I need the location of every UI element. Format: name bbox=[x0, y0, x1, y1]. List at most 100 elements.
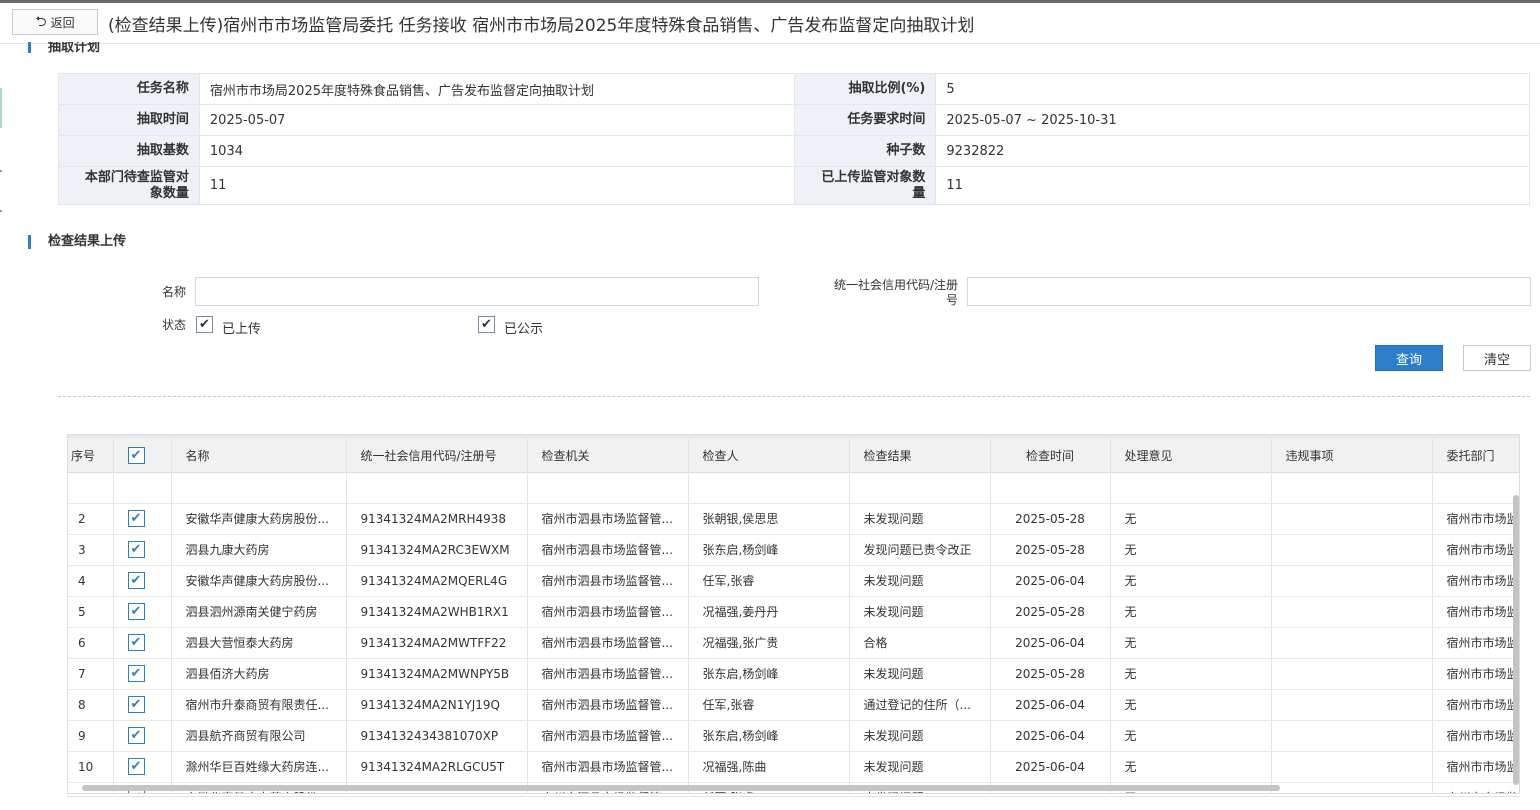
cell-result: 未发现问题 bbox=[849, 658, 991, 690]
grid-header: 序号 ✔ 名称 统一社会信用代码/注册号 检查机关 检查人 检查结果 检查时间 处理意见 违规事项… bbox=[68, 435, 1519, 473]
check-icon: ✔ bbox=[130, 759, 142, 774]
cell-inspect-date: 2025-06-04 bbox=[990, 565, 1111, 597]
cell-inspect-org: 宿州市泗县市场监督管... bbox=[527, 689, 689, 721]
cell-opinion: 无 bbox=[1110, 720, 1272, 752]
cell-entrust-dept: 宿州市市场监 bbox=[1432, 596, 1519, 628]
column-header-inspect-org: 检查机关 bbox=[527, 435, 689, 473]
cell-seq: 3 bbox=[68, 534, 114, 566]
name-input[interactable] bbox=[195, 277, 759, 306]
query-button[interactable]: 查询 bbox=[1375, 345, 1443, 371]
cell-seq: 2 bbox=[68, 503, 114, 535]
cell-inspect-org: 宿州市泗县市场监督管... bbox=[527, 751, 689, 783]
row-checkbox[interactable]: ✔ bbox=[127, 510, 145, 527]
cell-entrust-dept: 宿州市市场监 bbox=[1432, 782, 1519, 793]
uploaded-checkbox-label: 已上传 bbox=[222, 322, 262, 337]
row-checkbox[interactable]: ✔ bbox=[127, 572, 145, 589]
row-checkbox[interactable]: ✔ bbox=[127, 758, 145, 775]
cell-result: 未发现问题 bbox=[849, 720, 991, 752]
divider bbox=[58, 396, 1530, 397]
row-checkbox[interactable]: ✔ bbox=[127, 696, 145, 713]
table-row[interactable]: 10 ✔ 滁州华巨百姓缘大药房连... 91341324MA2RLGCU5T 宿州市泗县… bbox=[68, 751, 1519, 783]
cell-name: 泗县九康大药房 bbox=[171, 534, 347, 566]
table-row[interactable]: 5 ✔ 泗县泗州源南关健宁药房 91341324MA2WHB1RX1 宿州市泗县市场监督… bbox=[68, 596, 1519, 628]
cell-violation bbox=[1271, 658, 1433, 690]
cell-inspector: 张东启,杨剑峰 bbox=[688, 534, 850, 566]
row-checkbox[interactable]: ✔ bbox=[127, 727, 145, 744]
check-icon: ✔ bbox=[130, 697, 142, 712]
table-row[interactable]: 9 ✔ 泗县航齐商贸有限公司 9134132434381070XP 宿州市泗县市场监督管… bbox=[68, 720, 1519, 752]
vertical-scrollbar[interactable] bbox=[1513, 495, 1519, 785]
cell-name: 泗县航齐商贸有限公司 bbox=[171, 720, 347, 752]
cell-seq: 8 bbox=[68, 689, 114, 721]
ratio-label: 抽取比例(%) bbox=[794, 73, 937, 105]
check-icon: ✔ bbox=[481, 317, 492, 332]
cell-inspect-org: 宿州市泗县市场监督管... bbox=[527, 565, 689, 597]
cell-credit-code: 91341324MA2WHB1RX1 bbox=[346, 596, 528, 628]
uploaded-value: 11 bbox=[935, 166, 1530, 205]
cell-inspect-org: 宿州市泗县市场监督管... bbox=[527, 596, 689, 628]
cell-seq: 10 bbox=[68, 751, 114, 783]
cell-select[interactable]: ✔ bbox=[113, 627, 172, 659]
cell-select[interactable]: ✔ bbox=[113, 689, 172, 721]
check-icon: ✔ bbox=[130, 542, 142, 557]
cell-result: 合格 bbox=[849, 627, 991, 659]
cell-entrust-dept: 宿州市市场监 bbox=[1432, 534, 1519, 566]
table-row[interactable] bbox=[68, 472, 1519, 504]
cell-inspector: 况福强,陈曲 bbox=[688, 751, 850, 783]
draw-time-label: 抽取时间 bbox=[58, 104, 200, 136]
table-row[interactable]: 4 ✔ 安徽华声健康大药房股份... 91341324MA2MQERL4G 宿州市泗县市… bbox=[68, 565, 1519, 597]
cell-opinion: 无 bbox=[1110, 565, 1272, 597]
cell-select[interactable]: ✔ bbox=[113, 720, 172, 752]
clear-button[interactable]: 清空 bbox=[1463, 345, 1531, 371]
cell-result: 发现问题已责令改正 bbox=[849, 534, 991, 566]
cell-select[interactable]: ✔ bbox=[113, 503, 172, 535]
cell-entrust-dept: 宿州市市场监 bbox=[1432, 751, 1519, 783]
check-icon: ✔ bbox=[130, 447, 142, 463]
cell-seq bbox=[68, 472, 114, 504]
cell-opinion: 无 bbox=[1110, 503, 1272, 535]
plan-info-table: 任务名称 宿州市市场局2025年度特殊食品销售、广告发布监督定向抽取计划 抽取比… bbox=[58, 73, 1530, 205]
column-header-select[interactable]: ✔ bbox=[113, 435, 172, 473]
row-checkbox[interactable]: ✔ bbox=[127, 634, 145, 651]
cell-inspect-date: 2025-05-28 bbox=[990, 658, 1111, 690]
row-checkbox[interactable]: ✔ bbox=[127, 665, 145, 682]
table-row[interactable]: 7 ✔ 泗县佰济大药房 91341324MA2MWNPY5B 宿州市泗县市场监督管...… bbox=[68, 658, 1519, 690]
table-row[interactable]: 8 ✔ 宿州市升泰商贸有限责任... 91341324MA2N1YJ19Q 宿州市泗县市… bbox=[68, 689, 1519, 721]
cell-name: 泗县佰济大药房 bbox=[171, 658, 347, 690]
cell-inspect-org: 宿州市泗县市场监督管... bbox=[527, 658, 689, 690]
column-header-inspector: 检查人 bbox=[688, 435, 850, 473]
column-header-entrust-dept: 委托部门 bbox=[1432, 435, 1519, 473]
cell-inspect-org: 宿州市泗县市场监督管... bbox=[527, 534, 689, 566]
cell-entrust-dept: 宿州市市场监 bbox=[1432, 627, 1519, 659]
cell-inspect-date: 2025-06-04 bbox=[990, 627, 1111, 659]
cell-inspector: 任军,张睿 bbox=[688, 689, 850, 721]
table-row[interactable]: 2 ✔ 安徽华声健康大药房股份... 91341324MA2MRH4938 宿州市泗县市… bbox=[68, 503, 1519, 535]
cell-select[interactable]: ✔ bbox=[113, 565, 172, 597]
cell-select[interactable]: ✔ bbox=[113, 751, 172, 783]
cell-select[interactable]: ✔ bbox=[113, 534, 172, 566]
top-bar: ⮌ 返回 (检查结果上传)宿州市市场监管局委托 任务接收 宿州市市场局2025年… bbox=[0, 0, 1540, 44]
cell-seq: 5 bbox=[68, 596, 114, 628]
table-row[interactable]: 3 ✔ 泗县九康大药房 91341324MA2RC3EWXM 宿州市泗县市场监督管...… bbox=[68, 534, 1519, 566]
back-button[interactable]: ⮌ 返回 bbox=[12, 9, 98, 35]
row-checkbox[interactable]: ✔ bbox=[127, 541, 145, 558]
status-label: 状态 bbox=[161, 318, 186, 332]
cell-violation bbox=[1271, 565, 1433, 597]
cell-credit-code: 91341324MA2MRH4938 bbox=[346, 503, 528, 535]
cell-inspect-date bbox=[990, 472, 1111, 504]
select-all-checkbox[interactable]: ✔ bbox=[127, 446, 145, 464]
credit-code-input[interactable] bbox=[967, 277, 1531, 306]
uploaded-checkbox[interactable]: ✔ bbox=[196, 316, 213, 333]
cell-select[interactable]: ✔ bbox=[113, 596, 172, 628]
row-checkbox[interactable]: ✔ bbox=[127, 603, 145, 620]
horizontal-scrollbar[interactable] bbox=[82, 785, 1280, 791]
cell-inspect-date: 2025-05-28 bbox=[990, 534, 1111, 566]
pagination-bar bbox=[67, 796, 1520, 810]
cell-inspector: 张东启,杨剑峰 bbox=[688, 658, 850, 690]
table-row[interactable]: 6 ✔ 泗县大营恒泰大药房 91341324MA2MWTFF22 宿州市泗县市场监督管.… bbox=[68, 627, 1519, 659]
cell-seq: 7 bbox=[68, 658, 114, 690]
published-checkbox[interactable]: ✔ bbox=[478, 316, 495, 333]
cell-select[interactable] bbox=[113, 472, 172, 504]
cell-select[interactable]: ✔ bbox=[113, 658, 172, 690]
cell-inspect-org bbox=[527, 472, 689, 504]
